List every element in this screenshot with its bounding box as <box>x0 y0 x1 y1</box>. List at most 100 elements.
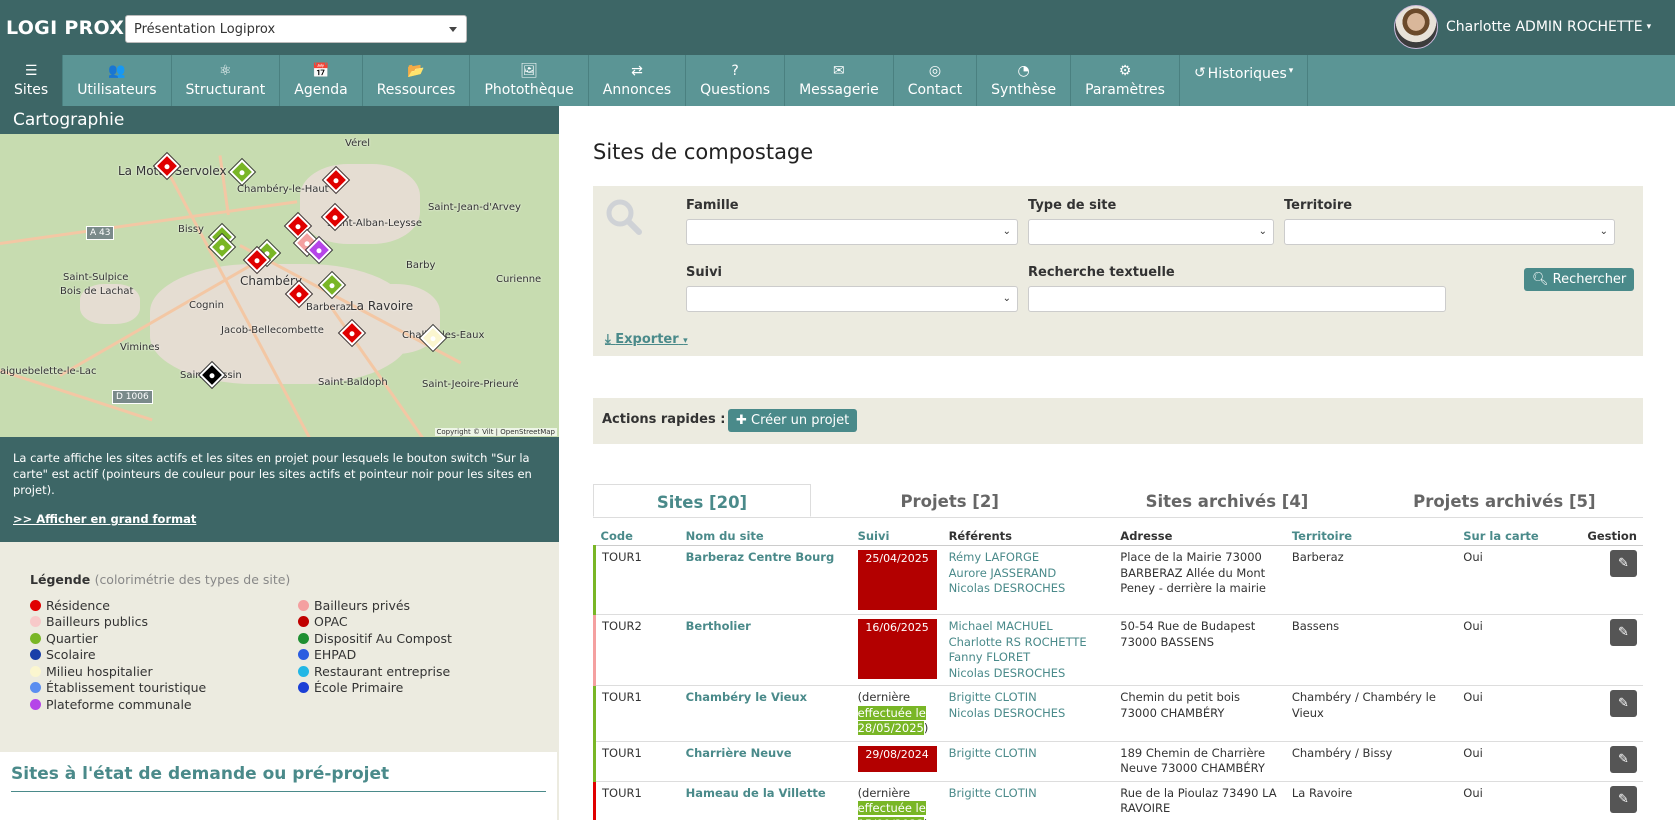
legend-item: Établissement touristique <box>30 680 298 695</box>
legend-item: Bailleurs privés <box>298 598 566 613</box>
type-select[interactable]: ⌄ <box>1028 219 1274 245</box>
site-name-link[interactable]: Hameau de la Villette <box>686 786 826 800</box>
column-header: Adresse <box>1114 527 1286 546</box>
tab-2[interactable]: Sites archivés [4] <box>1088 484 1365 517</box>
legend-label: Dispositif Au Compost <box>314 630 452 646</box>
suivi-text: (dernière <box>857 690 911 704</box>
edit-button[interactable]: ✎ <box>1610 619 1637 646</box>
site-name-link[interactable]: Barberaz Centre Bourg <box>686 550 835 564</box>
legend-dot <box>298 632 309 644</box>
map-label: Barberaz <box>306 302 352 313</box>
gear-icon: ⚙ <box>1118 62 1132 79</box>
column-header[interactable]: Code <box>594 527 680 546</box>
legend-dot <box>30 698 41 710</box>
referent-link[interactable]: Brigitte CLOTIN <box>949 690 1109 706</box>
referent-link[interactable]: Fanny FLORET <box>949 650 1109 666</box>
nav-questions[interactable]: ? Questions <box>686 55 786 106</box>
suivi-select[interactable]: ⌄ <box>686 286 1018 312</box>
legend-dot <box>30 649 41 661</box>
sites-table: Code Nom du site Suivi Référents Adresse Terr… <box>592 527 1643 820</box>
app-brand: LOGI PROX - <box>6 17 140 39</box>
legend-label: Bailleurs privés <box>314 597 411 613</box>
search-button[interactable]: 🔍︎ Rechercher <box>1524 268 1635 291</box>
edit-button[interactable]: ✎ <box>1610 745 1637 773</box>
big-format-link[interactable]: >> Afficher en grand format <box>13 511 546 527</box>
site-name-link[interactable]: Charrière Neuve <box>686 746 792 760</box>
nav-label: Questions <box>700 81 771 98</box>
legend-label: Résidence <box>46 597 110 613</box>
legend-dot <box>30 632 41 644</box>
nav-parametres[interactable]: ⚙ Paramètres <box>1071 55 1180 106</box>
column-header[interactable]: Nom du site <box>679 527 852 546</box>
nav-historiques[interactable]: ↺ Historiques ▾ <box>1180 55 1309 106</box>
legend-label: Plateforme communale <box>46 696 192 712</box>
question-icon: ? <box>731 62 739 79</box>
famille-select[interactable]: ⌄ <box>686 219 1018 245</box>
legend-label: Milieu hospitalier <box>46 663 153 679</box>
site-name-link[interactable]: Chambéry le Vieux <box>686 690 807 704</box>
referent-link[interactable]: Rémy LAFORGE <box>949 550 1109 566</box>
column-header[interactable]: Suivi <box>851 527 943 546</box>
referent-link[interactable]: Brigitte CLOTIN <box>949 746 1109 762</box>
map-label: A 43 <box>86 226 115 240</box>
table-row: TOUR1 Chambéry le Vieux (dernière effectuée… <box>592 685 1643 742</box>
pencil-icon: ✎ <box>1618 751 1629 767</box>
referent-link[interactable]: Nicolas DESROCHES <box>949 706 1109 722</box>
legend-subtitle: (colorimétrie des types de site) <box>94 572 291 587</box>
edit-button[interactable]: ✎ <box>1610 690 1637 717</box>
on-map-value: Oui <box>1463 550 1483 564</box>
suivi-text: (dernière <box>857 785 911 800</box>
nav-annonces[interactable]: ⇄ Annonces <box>589 55 687 106</box>
recherche-label: Recherche textuelle <box>1028 265 1175 280</box>
famille-label: Famille <box>686 198 739 213</box>
chevron-down-icon: ⌄ <box>1599 226 1608 237</box>
nav-messagerie[interactable]: ✉ Messagerie <box>785 55 894 106</box>
edit-button[interactable]: ✎ <box>1610 785 1637 813</box>
calendar-icon: 📅 <box>312 62 330 79</box>
territoire-select[interactable]: ⌄ <box>1284 219 1615 245</box>
tab-3[interactable]: Projets archivés [5] <box>1366 484 1643 517</box>
referent-link[interactable]: Nicolas DESROCHES <box>949 581 1109 597</box>
edit-button[interactable]: ✎ <box>1610 550 1637 577</box>
tab-1[interactable]: Projets [2] <box>811 484 1088 517</box>
referent-link[interactable]: Brigitte CLOTIN <box>949 786 1109 802</box>
nav-utilisateurs[interactable]: 👥 Utilisateurs <box>63 55 172 106</box>
referent-link[interactable]: Charlotte RS ROCHETTE <box>949 635 1109 651</box>
legend-label: EHPAD <box>314 647 357 663</box>
referent-link[interactable]: Michael MACHUEL <box>949 619 1109 635</box>
lifebuoy-icon: ◎ <box>928 62 942 79</box>
site-name-link[interactable]: Bertholier <box>686 619 751 633</box>
column-header[interactable]: Territoire <box>1285 527 1458 546</box>
legend-dot <box>298 599 309 611</box>
map[interactable]: Vérel La Motte-Servolex Chambéry-le-Haut Sa… <box>0 134 559 437</box>
nav-agenda[interactable]: 📅 Agenda <box>280 55 363 106</box>
create-project-button[interactable]: ✚ Créer un projet <box>728 409 858 432</box>
map-label: Bissy <box>178 224 204 235</box>
nav-phototheque[interactable]: 🖼 Photothèque <box>470 55 589 106</box>
map-marker[interactable] <box>229 159 255 185</box>
tab-0[interactable]: Sites [20] <box>593 484 811 517</box>
envelope-icon: ✉ <box>833 62 845 79</box>
referent-link[interactable]: Nicolas DESROCHES <box>949 666 1109 682</box>
legend-label: Restaurant entreprise <box>314 663 451 679</box>
nav-ressources[interactable]: 📂 Ressources <box>363 55 471 106</box>
table-row: TOUR2 Bertholier 16/06/2025 Michael MACHUEL… <box>592 614 1643 686</box>
nav-synthese[interactable]: ◔ Synthèse <box>977 55 1072 106</box>
user-menu[interactable]: Charlotte ADMIN ROCHETTE ▾ <box>1394 5 1651 49</box>
plus-icon: ✚ <box>736 413 747 428</box>
map-label: Barby <box>406 260 436 271</box>
project-select[interactable]: Présentation Logiprox <box>125 15 467 43</box>
map-label: Jacob-Bellecombette <box>221 325 324 336</box>
referent-link[interactable]: Aurore JASSERAND <box>949 566 1109 582</box>
nav-sites[interactable]: ☰ Sites <box>0 55 64 106</box>
avatar <box>1394 5 1438 49</box>
nav-contact[interactable]: ◎ Contact <box>894 55 978 106</box>
nav-structurant[interactable]: ⚛ Structurant <box>172 55 281 106</box>
export-dropdown[interactable]: ⤓ Exporter ▾ <box>605 332 688 347</box>
search-input[interactable] <box>1028 286 1446 312</box>
site-code: TOUR2 <box>602 619 642 633</box>
column-header[interactable]: Sur la carte <box>1457 527 1582 546</box>
map-label: Vimines <box>120 342 160 353</box>
site-address: Chemin du petit bois 73000 CHAMBÉRY <box>1120 690 1241 720</box>
chevron-down-icon: ⌄ <box>1002 226 1011 237</box>
